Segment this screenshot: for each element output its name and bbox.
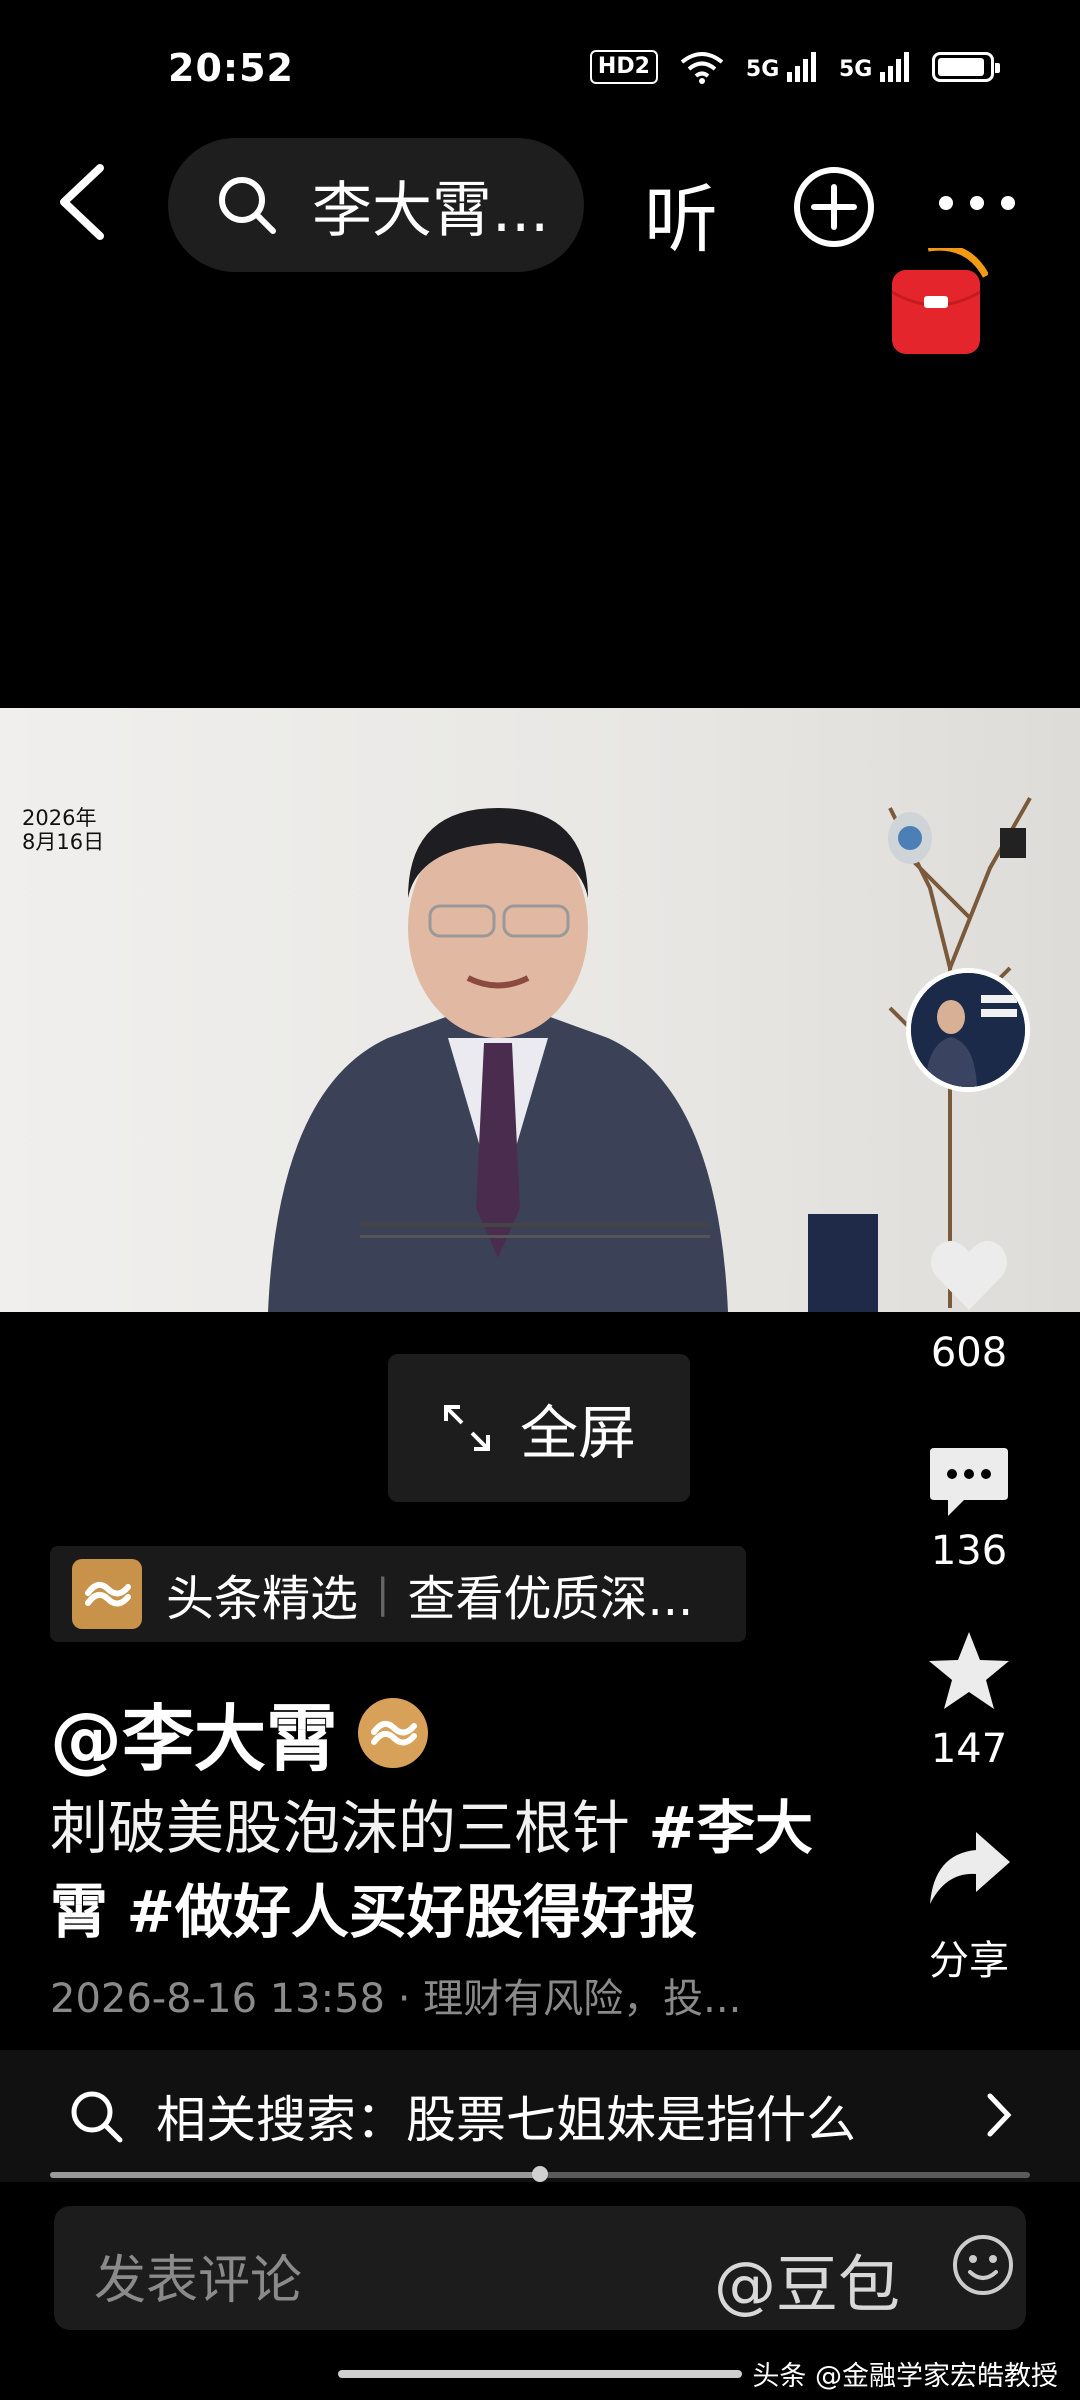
toutiao-logo-icon: [72, 1559, 142, 1629]
channel-name: 头条精选: [166, 1571, 359, 1627]
comment-placeholder: 发表评论: [94, 2251, 303, 2311]
chevron-right-icon: [987, 2093, 1012, 2137]
watermark-text: 头条 @金融学家宏皓教授: [752, 2361, 1058, 2392]
subtitle-line: [360, 1223, 710, 1227]
red-packet-icon[interactable]: [888, 248, 988, 356]
comment-bubble-icon[interactable]: [926, 1438, 1012, 1524]
comment-input-bar[interactable]: 发表评论 @豆包: [54, 2206, 1026, 2330]
author-handle-row[interactable]: @李大霄: [50, 1680, 429, 1785]
hd-voice-icon: HD2: [589, 50, 658, 84]
related-search-label: 相关搜索：: [156, 2091, 406, 2149]
cellular-5g-icon-2: 5G: [839, 52, 910, 82]
related-search-query: 股票七姐妹是指什么: [406, 2091, 856, 2149]
fullscreen-label: 全屏: [519, 1399, 636, 1467]
search-query-text: 李大霄...: [312, 175, 550, 246]
playback-scrubber-handle[interactable]: [532, 2166, 548, 2182]
search-bar[interactable]: 李大霄...: [168, 138, 584, 272]
listen-button[interactable]: 听: [644, 160, 718, 267]
expand-icon: [443, 1405, 490, 1451]
presenter-figure: [268, 808, 728, 1312]
hashtag-2[interactable]: #做好人买好股得好报: [126, 1878, 697, 1946]
cellular-5g-icon-1: 5G: [746, 52, 817, 82]
channel-chip[interactable]: 头条精选 | 查看优质深...: [50, 1546, 746, 1642]
fullscreen-button[interactable]: 全屏: [388, 1354, 690, 1502]
favorite-star-icon[interactable]: [926, 1628, 1012, 1714]
channel-separator: |: [376, 1571, 390, 1617]
author-handle[interactable]: @李大霄: [50, 1680, 338, 1785]
add-circle-icon[interactable]: [792, 165, 876, 249]
share-label[interactable]: 分享: [909, 1928, 1029, 1986]
verified-badge-icon: [358, 1697, 429, 1768]
channel-link[interactable]: 查看优质深...: [408, 1559, 694, 1629]
like-count: 608: [930, 1330, 1008, 1376]
status-icons: HD2 5G 5G: [589, 50, 1000, 84]
book-prop: [808, 1214, 878, 1312]
battery-icon: [932, 52, 1000, 82]
related-search-bar[interactable]: 相关搜索： 股票七姐妹是指什么: [0, 2050, 1080, 2182]
playback-progress-fill: [50, 2172, 540, 2178]
emoji-icon[interactable]: [950, 2232, 1016, 2298]
back-arrow-icon[interactable]: [54, 162, 108, 242]
home-indicator[interactable]: [338, 2370, 742, 2378]
like-heart-icon[interactable]: [926, 1232, 1012, 1318]
share-arrow-icon[interactable]: [926, 1826, 1012, 1912]
wifi-icon: [680, 52, 724, 84]
post-meta: 2026-8-16 13:58 · 理财有风险，投...: [50, 1976, 742, 2022]
favorite-count: 147: [930, 1726, 1008, 1772]
search-icon: [71, 2091, 123, 2143]
author-avatar[interactable]: [906, 968, 1030, 1092]
subtitle-line-2: [360, 1235, 710, 1238]
video-date-overlay: 2026年 8月16日: [22, 806, 105, 854]
video-caption: 刺破美股泡沫的三根针 #李大霄 #做好人买好股得好报: [50, 1794, 814, 1946]
status-time: 20:52: [168, 46, 294, 90]
search-icon: [219, 177, 276, 234]
comment-count: 136: [930, 1528, 1008, 1574]
more-options-icon[interactable]: [938, 193, 1016, 213]
mention-doubao-button[interactable]: @豆包: [714, 2234, 900, 2324]
